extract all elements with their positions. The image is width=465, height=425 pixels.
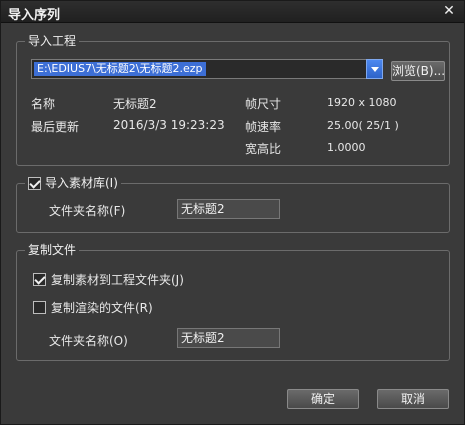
import-bin-legend[interactable]: 导入素材库(I) (25, 175, 121, 191)
copy-clips-option[interactable]: 复制素材到工程文件夹(J) (33, 271, 184, 288)
frame-rate-label: 帧速率 (245, 120, 282, 134)
import-bin-checkbox[interactable] (28, 176, 41, 190)
frame-rate-value: 25.00( 25/1 ) (327, 119, 399, 132)
copy-files-legend: 复制文件 (25, 242, 80, 258)
copy-rendered-label: 复制渲染的文件(R) (51, 301, 153, 315)
close-icon[interactable]: ✕ (441, 3, 457, 19)
frame-size-label: 帧尺寸 (245, 97, 282, 111)
bin-folder-name-label: 文件夹名称(F) (49, 204, 126, 218)
frame-size-value: 1920 x 1080 (327, 96, 397, 109)
import-project-group: 导入工程 E:\EDIUS7\无标题2\无标题2.ezp 浏览(B)... 名称… (16, 33, 450, 166)
browse-button[interactable]: 浏览(B)... (391, 61, 445, 81)
import-sequence-dialog: 导入序列 ✕ 导入工程 E:\EDIUS7\无标题2\无标题2.ezp 浏览(B… (0, 0, 465, 425)
project-path-value: E:\EDIUS7\无标题2\无标题2.ezp (34, 62, 206, 76)
cancel-button[interactable]: 取消 (377, 389, 449, 409)
bin-folder-name-input[interactable]: 无标题2 (177, 199, 280, 219)
copy-files-group: 复制文件 复制素材到工程文件夹(J) 复制渲染的文件(R) 文件夹名称(O) 无… (16, 242, 450, 361)
import-bin-label: 导入素材库(I) (45, 176, 118, 190)
aspect-ratio-value: 1.0000 (327, 141, 366, 154)
ok-button[interactable]: 确定 (287, 389, 359, 409)
copy-clips-checkbox[interactable] (33, 273, 46, 286)
import-project-legend: 导入工程 (25, 33, 80, 49)
import-bin-group: 导入素材库(I) 文件夹名称(F) 无标题2 (16, 175, 450, 233)
project-path-combo[interactable]: E:\EDIUS7\无标题2\无标题2.ezp (31, 59, 383, 79)
aspect-ratio-label: 宽高比 (245, 142, 282, 156)
chevron-down-icon[interactable] (366, 59, 383, 79)
name-value: 无标题2 (113, 97, 157, 111)
copy-folder-name-input[interactable]: 无标题2 (177, 328, 280, 348)
name-label: 名称 (31, 97, 56, 111)
last-updated-value: 2016/3/3 19:23:23 (113, 118, 225, 132)
copy-rendered-option[interactable]: 复制渲染的文件(R) (33, 299, 153, 316)
copy-folder-name-label: 文件夹名称(O) (49, 334, 128, 348)
dialog-title: 导入序列 (8, 8, 61, 23)
copy-clips-label: 复制素材到工程文件夹(J) (51, 273, 184, 287)
copy-rendered-checkbox[interactable] (33, 301, 46, 314)
title-bar: 导入序列 ✕ (1, 1, 464, 23)
last-updated-label: 最后更新 (31, 120, 80, 134)
